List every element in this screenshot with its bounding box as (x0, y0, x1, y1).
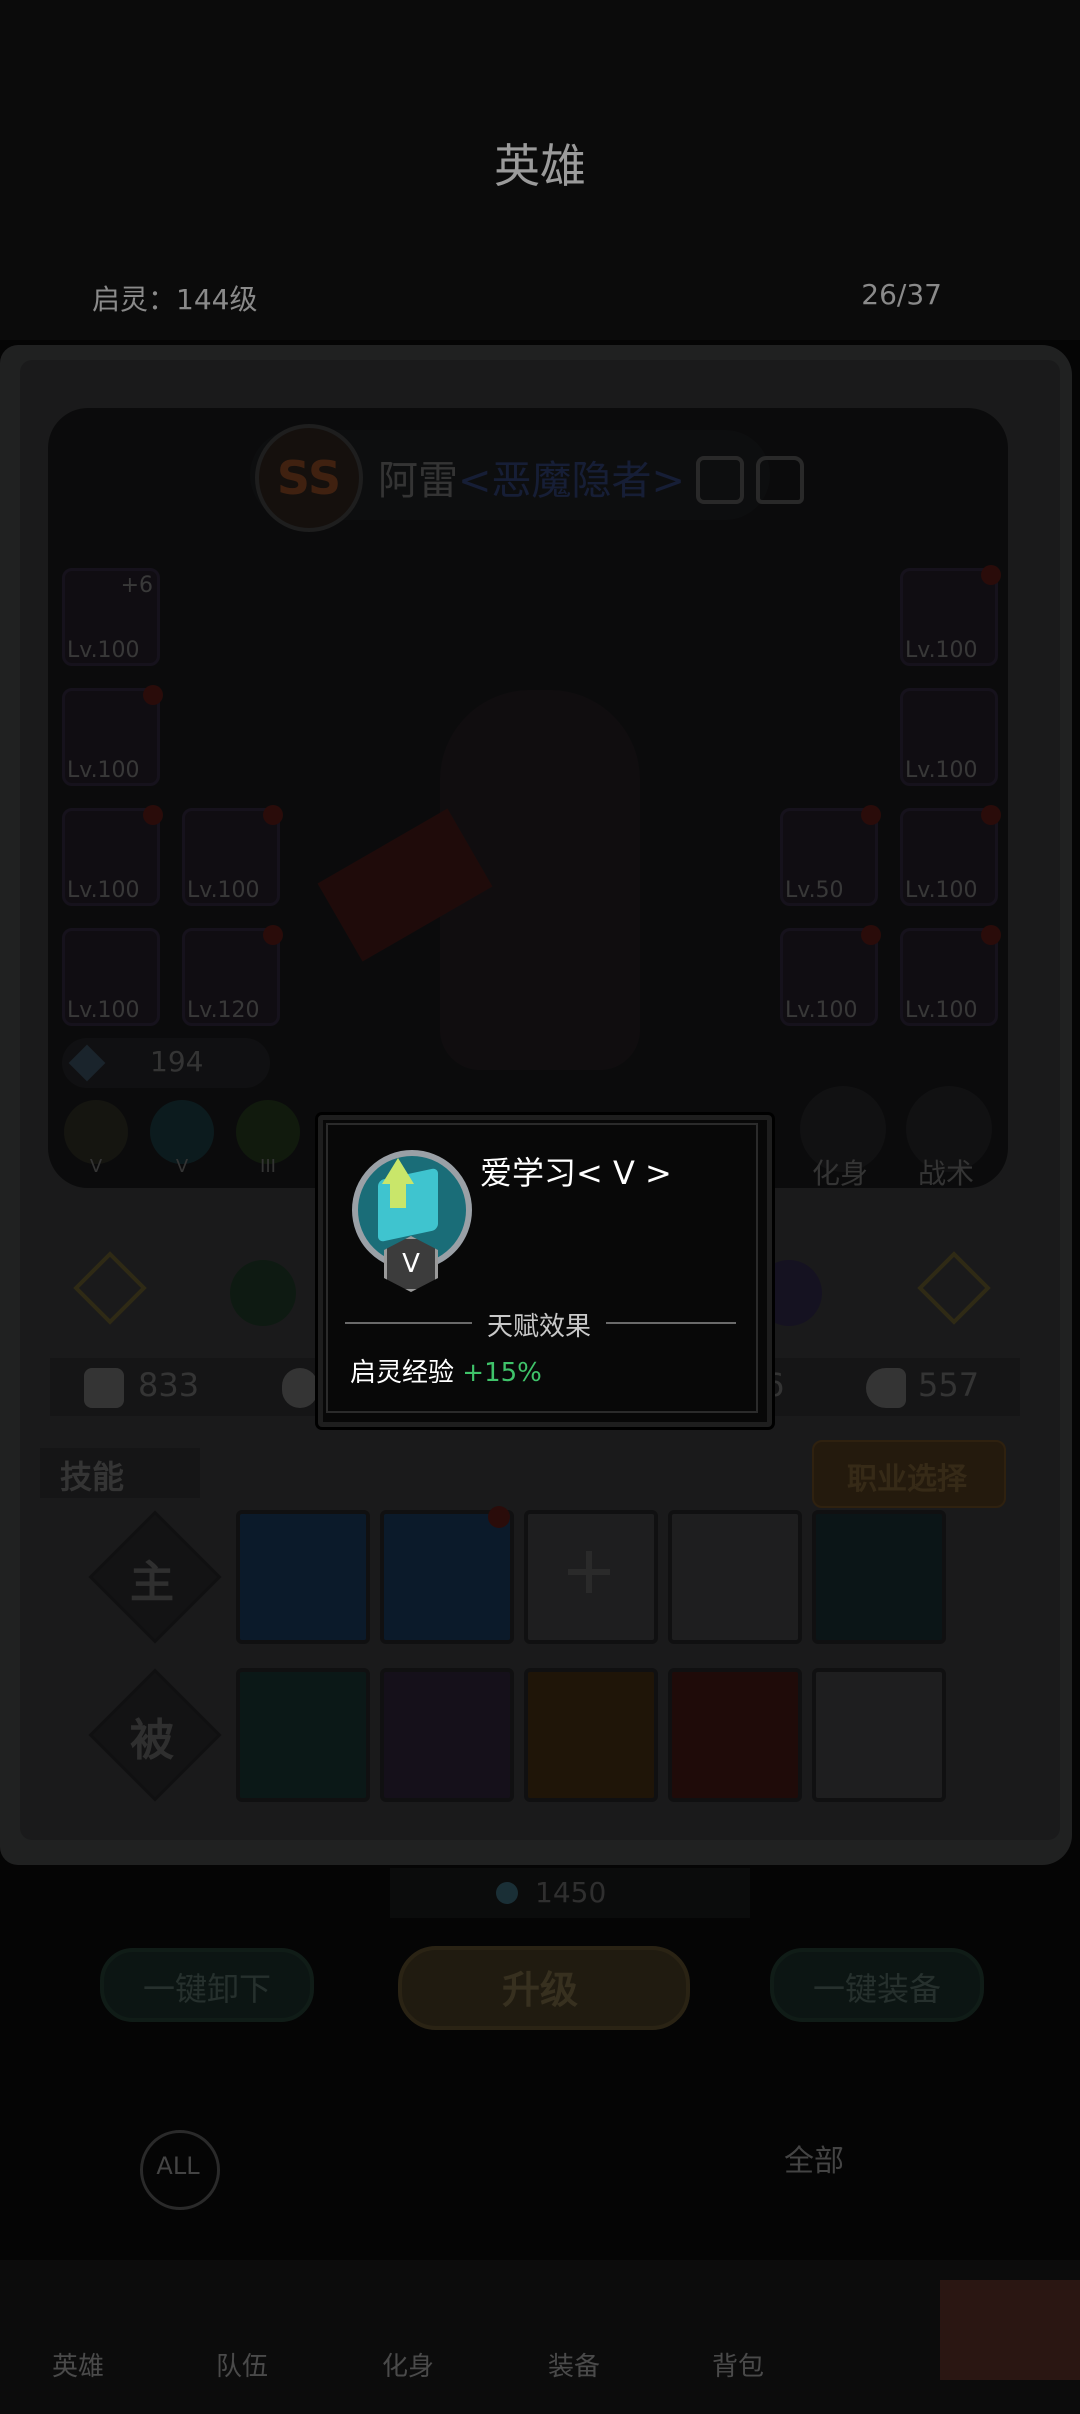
equip-slot-emblem[interactable]: Lv.50 (780, 805, 881, 906)
hero-class: <恶魔隐者> (458, 458, 686, 504)
talent-icon-1[interactable] (64, 1100, 128, 1164)
bottom-nav (0, 2260, 1080, 2414)
passive-skill-2[interactable] (380, 1668, 514, 1802)
equip-slot-necklace[interactable]: Lv.100 (62, 685, 163, 786)
equip-slot-gloves[interactable]: Lv.100 (900, 805, 1001, 906)
effect-section-title: 天赋效果 (486, 1312, 591, 1342)
divider-left (345, 1322, 472, 1324)
equip-slot-charm[interactable]: Lv.100 (182, 805, 283, 906)
spirit-level: 启灵：144级 (92, 283, 258, 316)
coin-icon (496, 1882, 518, 1904)
equip-slot-orb[interactable]: Lv.100 (62, 928, 160, 1026)
nav-bag[interactable]: 背包 (712, 2346, 764, 2383)
talent-icon-3[interactable] (236, 1100, 300, 1164)
passive-skills-label: 被 (130, 1715, 174, 1766)
talent-badge-2: V (175, 1156, 189, 1177)
equip-slot-weapon[interactable]: +6 Lv.100 (62, 568, 160, 666)
plus-icon-vertical (586, 1551, 592, 1593)
hero-count: 26/37 (861, 278, 942, 311)
passive-skill-1[interactable] (236, 1668, 370, 1802)
equip-slot-helmet[interactable]: Lv.100 (900, 565, 1001, 666)
power-value: 194 (150, 1045, 204, 1078)
filter-all-cn[interactable]: 全部 (784, 2136, 844, 2180)
nav-equipment[interactable]: 装备 (548, 2346, 600, 2383)
lock-icon[interactable] (756, 456, 804, 504)
equip-slot-armor[interactable]: Lv.100 (900, 688, 998, 786)
active-skill-2[interactable] (380, 1510, 514, 1644)
passive-skill-4[interactable] (668, 1668, 802, 1802)
active-skill-5[interactable] (812, 1510, 946, 1644)
unequip-all-label: 一键卸下 (142, 1970, 271, 2008)
nav-team[interactable]: 队伍 (216, 2346, 268, 2383)
equip-slot-pet[interactable]: Lv.120 (182, 925, 283, 1026)
forward-arrow-button[interactable] (940, 2280, 1080, 2380)
passive-skill-3[interactable] (524, 1668, 658, 1802)
edit-icon[interactable] (696, 456, 744, 504)
fist-icon (84, 1368, 124, 1408)
gold-value: 1450 (535, 1876, 607, 1909)
nav-hero[interactable]: 英雄 (52, 2346, 104, 2383)
equip-slot-boots[interactable]: Lv.100 (900, 925, 1001, 1026)
locked-passive-slot (812, 1668, 946, 1802)
talent-badge-1: V (89, 1156, 103, 1177)
boot-icon (866, 1368, 906, 1408)
transform-label: 化身 (812, 1157, 869, 1190)
up-arrow-stem (390, 1182, 406, 1208)
equip-slot-gun[interactable]: Lv.100 (780, 925, 881, 1026)
talent-icon-2[interactable] (150, 1100, 214, 1164)
job-select-label: 职业选择 (847, 1462, 967, 1497)
active-skills-label: 主 (130, 1557, 174, 1608)
locked-skill-slot (668, 1510, 802, 1644)
up-arrow-icon (382, 1158, 414, 1184)
active-skill-1[interactable] (236, 1510, 370, 1644)
speed-value: 557 (918, 1366, 980, 1404)
nav-transform[interactable]: 化身 (382, 2346, 434, 2383)
tactics-label: 战术 (918, 1157, 975, 1190)
divider-right (606, 1322, 736, 1324)
hero-name-text: 阿雷 (378, 458, 458, 504)
page-title: 英雄 (494, 139, 586, 193)
upgrade-label: 升级 (501, 1968, 578, 2012)
skills-label: 技能 (60, 1458, 125, 1496)
relic-icon-left[interactable] (230, 1260, 296, 1326)
hero-name: 阿雷<恶魔隐者> (378, 448, 685, 506)
helmet-stat-icon (282, 1368, 318, 1408)
talent-badge-3: III (260, 1156, 276, 1177)
equip-all-label: 一键装备 (812, 1970, 941, 2008)
hero-grade-badge: SS (255, 424, 363, 532)
effect-text: 启灵经验 +15% (350, 1352, 542, 1389)
talent-name: 爱学习< V > (480, 1154, 672, 1192)
equip-slot-ring[interactable]: Lv.100 (62, 805, 163, 906)
filter-all-label: ALL (156, 2152, 200, 2180)
effect-label: 启灵经验 (350, 1358, 455, 1388)
notification-dot (488, 1506, 510, 1528)
attack-value: 833 (138, 1366, 200, 1404)
effect-value: +15% (462, 1358, 542, 1388)
